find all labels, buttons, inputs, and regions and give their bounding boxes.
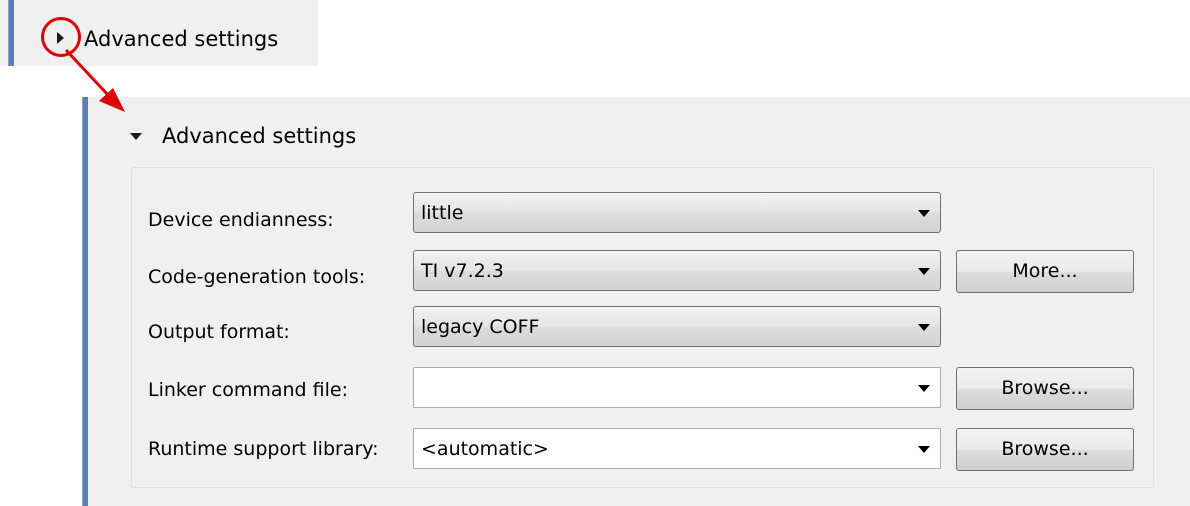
chevron-down-icon [918,324,930,331]
chevron-down-icon [918,385,930,392]
code-generation-tools-value: TI v7.2.3 [421,260,504,282]
chevron-down-icon [918,268,930,275]
output-format-value: legacy COFF [421,316,540,338]
device-endianness-value: little [421,202,464,224]
device-endianness-label: Device endianness: [148,209,334,231]
runtime-support-library-combo[interactable]: <automatic> [413,428,941,469]
runtime-support-library-value: <automatic> [421,438,549,460]
section-left-border [82,97,88,506]
device-endianness-select[interactable]: little [413,192,941,233]
code-generation-tools-select[interactable]: TI v7.2.3 [413,250,941,291]
chevron-down-icon [918,210,930,217]
linker-browse-button[interactable]: Browse... [956,367,1134,410]
linker-command-file-label: Linker command file: [148,379,348,401]
code-generation-tools-label: Code-generation tools: [148,266,366,288]
expanded-section-title[interactable]: Advanced settings [162,124,356,148]
runtime-browse-button[interactable]: Browse... [956,428,1134,471]
runtime-support-library-label: Runtime support library: [148,438,379,460]
collapse-triangle-icon[interactable] [130,133,142,140]
more-button[interactable]: More... [956,250,1134,293]
chevron-down-icon [918,446,930,453]
output-format-label: Output format: [148,321,290,343]
output-format-select[interactable]: legacy COFF [413,306,941,347]
linker-command-file-combo[interactable] [413,367,941,408]
